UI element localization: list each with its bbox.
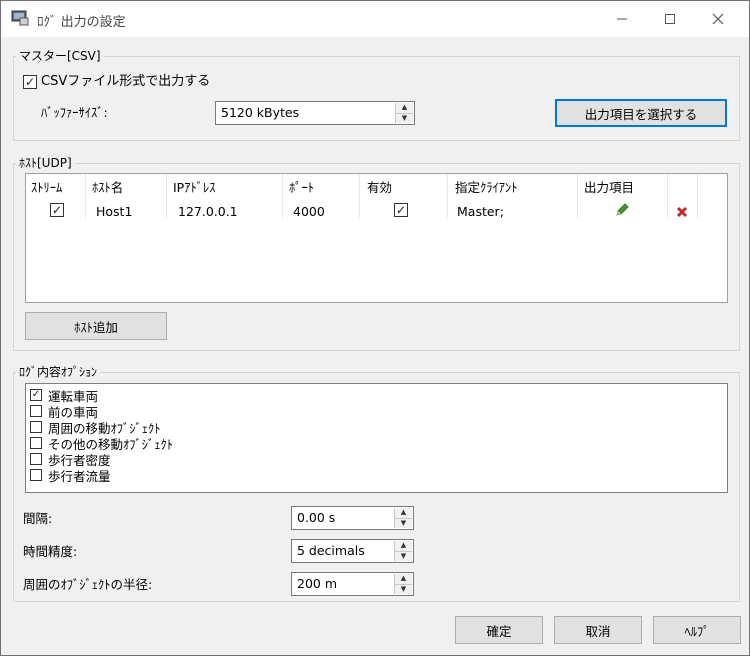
col-header-output-items[interactable]: 出力項目 [584,180,634,196]
log-option-checkbox[interactable] [30,469,42,481]
edit-pencil-icon[interactable] [614,202,630,218]
log-option-checkbox[interactable] [30,437,42,449]
buffer-size-arrows[interactable]: ▲ ▼ [395,103,413,123]
spin-down-icon[interactable]: ▼ [396,112,413,124]
host-table: ｽﾄﾘｰﾑ ﾎｽﾄ名 IPｱﾄﾞﾚｽ ﾎﾟｰﾄ 有効 指定ｸﾗｲｱﾝﾄ 出力項目… [25,173,728,303]
log-option-checkbox[interactable] [30,453,42,465]
close-icon [712,13,724,25]
ok-button[interactable]: 確定 [455,616,543,644]
log-option-checkbox[interactable]: ✓ [30,389,42,401]
object-radius-stepper[interactable]: 200 m ▲ ▼ [291,572,414,596]
master-csv-legend: マスター[CSV] [16,48,104,64]
host-udp-legend: ﾎｽﾄ[UDP] [16,155,75,171]
log-output-settings-window: ﾛｸﾞ 出力の設定 マスター[CSV] ✓ CSVファイル形式で出力する ﾊﾞｯ… [0,0,750,656]
help-button[interactable]: ﾍﾙﾌﾟ [653,616,741,644]
csv-output-checkbox[interactable]: ✓ [23,75,37,89]
object-radius-value: 200 m [297,576,338,591]
buffer-size-stepper[interactable]: 5120 kBytes ▲ ▼ [215,101,415,125]
time-precision-label: 時間精度: [23,544,78,559]
row-stream-checkbox[interactable]: ✓ [50,203,64,217]
app-icon [11,10,29,26]
col-header-host-name[interactable]: ﾎｽﾄ名 [92,180,123,196]
buffer-size-label: ﾊﾞｯﾌｧｰｻｲｽﾞ: [41,105,108,120]
object-radius-label: 周囲のｵﾌﾞｼﾞｪｸﾄの半径: [23,577,153,592]
spin-down-icon[interactable]: ▼ [395,517,412,529]
title-bar[interactable]: ﾛｸﾞ 出力の設定 [1,1,749,37]
row-port: 4000 [293,204,325,219]
delete-icon[interactable] [676,206,688,218]
log-options-list[interactable]: ✓ 運転車両 前の車両 周囲の移動ｵﾌﾞｼﾞｪｸﾄ その他の移動ｵﾌﾞｼﾞｪｸﾄ … [25,383,728,493]
spin-down-icon[interactable]: ▼ [395,550,412,562]
cancel-button[interactable]: 取消 [554,616,642,644]
row-enabled-checkbox[interactable]: ✓ [394,203,408,217]
spin-up-icon[interactable]: ▲ [395,574,412,584]
col-header-enabled[interactable]: 有効 [367,180,392,196]
interval-arrows[interactable]: ▲ ▼ [394,508,412,528]
row-ip-address: 127.0.0.1 [178,204,238,219]
csv-output-label: CSVファイル形式で出力する [41,74,211,89]
spin-up-icon[interactable]: ▲ [395,508,412,518]
time-precision-arrows[interactable]: ▲ ▼ [394,541,412,561]
time-precision-stepper[interactable]: 5 decimals ▲ ▼ [291,539,414,563]
select-output-items-button[interactable]: 出力項目を選択する [555,99,727,127]
col-header-client[interactable]: 指定ｸﾗｲｱﾝﾄ [455,180,518,196]
maximize-icon [665,14,675,24]
row-client: Master; [457,204,504,219]
col-header-stream[interactable]: ｽﾄﾘｰﾑ [31,180,62,196]
minimize-button[interactable] [599,1,645,37]
time-precision-value: 5 decimals [297,543,365,558]
maximize-button[interactable] [647,1,693,37]
spin-up-icon[interactable]: ▲ [396,103,413,113]
minimize-icon [617,18,627,20]
row-host-name: Host1 [96,204,133,219]
interval-stepper[interactable]: 0.00 s ▲ ▼ [291,506,414,530]
object-radius-arrows[interactable]: ▲ ▼ [394,574,412,594]
log-options-legend: ﾛｸﾞ内容ｵﾌﾟｼｮﾝ [16,364,101,380]
log-option-checkbox[interactable] [30,405,42,417]
buffer-size-value: 5120 kBytes [221,105,300,120]
window-title: ﾛｸﾞ 出力の設定 [37,15,126,30]
spin-down-icon[interactable]: ▼ [395,583,412,595]
col-header-ip-address[interactable]: IPｱﾄﾞﾚｽ [173,180,215,196]
spin-up-icon[interactable]: ▲ [395,541,412,551]
close-button[interactable] [695,1,741,37]
log-option-checkbox[interactable] [30,421,42,433]
interval-label: 間隔: [23,511,53,526]
col-header-port[interactable]: ﾎﾟｰﾄ [289,180,314,196]
log-option-pedestrian-flow[interactable]: 歩行者流量 [30,467,111,484]
add-host-button[interactable]: ﾎｽﾄ追加 [25,312,167,340]
interval-value: 0.00 s [297,510,336,525]
